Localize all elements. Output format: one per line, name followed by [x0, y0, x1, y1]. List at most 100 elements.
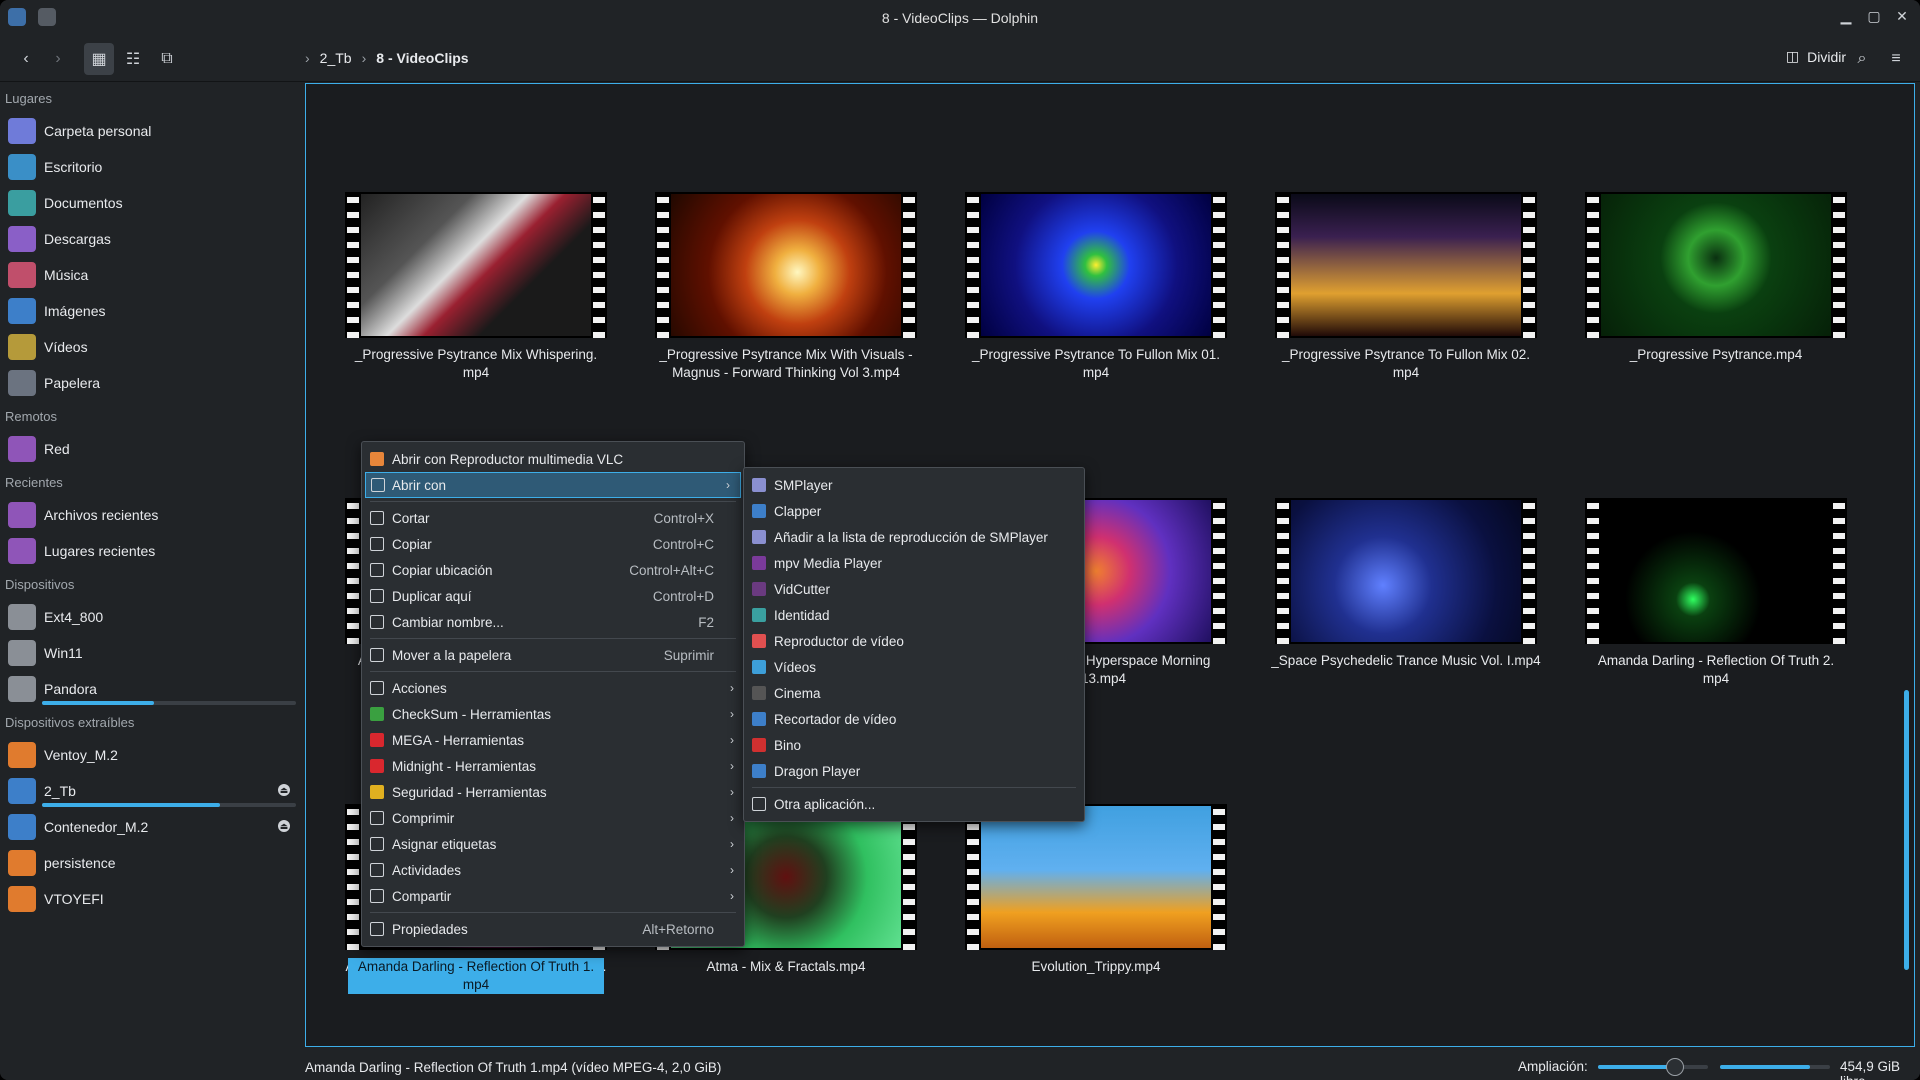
sidebar-item-red[interactable]: Red	[0, 431, 300, 467]
sidebar-item-2-tb[interactable]: 2_Tb ⏏	[0, 773, 300, 809]
file-tile[interactable]: _Progressive Psytrance Mix With Visuals …	[636, 192, 936, 382]
menu-item-cortar[interactable]: Cortar Control+X	[362, 505, 744, 531]
file-tile[interactable]: _Progressive Psytrance Mix Whispering. m…	[326, 192, 626, 382]
menu-item-compartir[interactable]: Compartir ›	[362, 883, 744, 909]
menu-separator	[370, 501, 736, 502]
menu-item-cinema[interactable]: Cinema	[744, 680, 1084, 706]
menu-item-duplicar-aqu[interactable]: Duplicar aquí Control+D	[362, 583, 744, 609]
file-tile[interactable]: _Progressive Psytrance.mp4	[1566, 192, 1866, 364]
menu-item-copiar-ubicaci-n[interactable]: Copiar ubicación Control+Alt+C	[362, 557, 744, 583]
sidebar-item-carpeta-personal[interactable]: Carpeta personal	[0, 113, 300, 149]
menu-item-acciones[interactable]: Acciones ›	[362, 675, 744, 701]
menu-item-seguridad-herramientas[interactable]: Seguridad - Herramientas ›	[362, 779, 744, 805]
menu-item-vidcutter[interactable]: VidCutter	[744, 576, 1084, 602]
sidebar-item-label: Papelera	[44, 375, 101, 391]
menu-item-checksum-herramientas[interactable]: CheckSum - Herramientas ›	[362, 701, 744, 727]
sidebar-item-lugares-recientes[interactable]: Lugares recientes	[0, 533, 300, 569]
forward-arrow-icon[interactable]: ›	[44, 43, 72, 75]
breadcrumb-current[interactable]: 8 - VideoClips	[376, 50, 468, 66]
app-menu-icon[interactable]	[8, 8, 26, 26]
menu-item-mover-a-la-papelera[interactable]: Mover a la papelera Suprimir	[362, 642, 744, 668]
sidebar-item-ext4-800[interactable]: Ext4_800	[0, 599, 300, 635]
menu-item-smplayer[interactable]: SMPlayer	[744, 472, 1084, 498]
menu-item-asignar-etiquetas[interactable]: Asignar etiquetas ›	[362, 831, 744, 857]
sidebar-item-escritorio[interactable]: Escritorio	[0, 149, 300, 185]
menu-item-abrir-con[interactable]: Abrir con ›	[365, 472, 741, 498]
cut-icon	[370, 511, 384, 525]
menu-item-comprimir[interactable]: Comprimir ›	[362, 805, 744, 831]
sidebar-item-documentos[interactable]: Documentos	[0, 185, 300, 221]
sidebar-item-archivos-recientes[interactable]: Archivos recientes	[0, 497, 300, 533]
search-icon[interactable]: ⌕	[1848, 43, 1876, 75]
menu-item-actividades[interactable]: Actividades ›	[362, 857, 744, 883]
menu-item-midnight-herramientas[interactable]: Midnight - Herramientas ›	[362, 753, 744, 779]
menu-item-recortador-de-v-deo[interactable]: Recortador de vídeo	[744, 706, 1084, 732]
file-name: Evolution_Trippy.mp4	[1031, 959, 1161, 974]
file-tile[interactable]: _Progressive Psytrance To Fullon Mix 01.…	[946, 192, 1246, 382]
menu-item-a-adir-a-la-lista-de-reproducci-n-de-smplayer[interactable]: Añadir a la lista de reproducción de SMP…	[744, 524, 1084, 550]
chevron-right-icon: ›	[305, 50, 310, 66]
zoom-slider-handle[interactable]	[1666, 1058, 1684, 1076]
menu-item-abrir-con-reproductor-multimedia-vlc[interactable]: Abrir con Reproductor multimedia VLC	[362, 446, 744, 472]
menu-item-label: mpv Media Player	[774, 555, 883, 571]
menu-item-label: Otra aplicación...	[774, 796, 876, 812]
file-tile[interactable]: _Space Psychedelic Trance Music Vol. I.m…	[1256, 498, 1556, 670]
dragon-player-icon	[752, 764, 766, 778]
icons-view-button[interactable]: ▦	[84, 43, 114, 75]
menu-item-copiar[interactable]: Copiar Control+C	[362, 531, 744, 557]
usb-drive-icon	[8, 886, 36, 912]
compact-view-button[interactable]: ☷	[118, 43, 148, 75]
sidebar-item-ventoy-m-2[interactable]: Ventoy_M.2	[0, 737, 300, 773]
menu-item-identidad[interactable]: Identidad	[744, 602, 1084, 628]
menu-item-clapper[interactable]: Clapper	[744, 498, 1084, 524]
menu-item-label: Cortar	[392, 510, 430, 526]
menu-item-mpv-media-player[interactable]: mpv Media Player	[744, 550, 1084, 576]
menu-item-propiedades[interactable]: Propiedades Alt+Retorno	[362, 916, 744, 942]
menu-item-label: Clapper	[774, 503, 822, 519]
sidebar-item-pandora[interactable]: Pandora	[0, 671, 300, 707]
back-arrow-icon[interactable]: ‹	[12, 43, 40, 75]
vertical-scrollbar[interactable]	[1904, 690, 1909, 970]
menu-item-dragon-player[interactable]: Dragon Player	[744, 758, 1084, 784]
sidebar-item-papelera[interactable]: Papelera	[0, 365, 300, 401]
close-icon[interactable]: ✕	[1892, 6, 1912, 26]
sidebar-item-label: Lugares recientes	[44, 543, 156, 559]
menu-item-reproductor-de-v-deo[interactable]: Reproductor de vídeo	[744, 628, 1084, 654]
pin-icon[interactable]	[38, 8, 56, 26]
menu-item-mega-herramientas[interactable]: MEGA - Herramientas ›	[362, 727, 744, 753]
zoom-slider[interactable]	[1598, 1065, 1708, 1069]
hamburger-menu-icon[interactable]: ≡	[1882, 43, 1910, 75]
sidebar-item-vtoyefi[interactable]: VTOYEFI	[0, 881, 300, 917]
minimize-icon[interactable]: ▁	[1836, 6, 1856, 26]
eject-icon[interactable]: ⏏	[278, 820, 290, 832]
split-button[interactable]: ◫ Dividir	[1786, 48, 1846, 65]
menu-item-cambiar-nombre[interactable]: Cambiar nombre... F2	[362, 609, 744, 635]
sidebar-item-v-deos[interactable]: Vídeos	[0, 329, 300, 365]
menu-item-otra-aplicaci-n[interactable]: Otra aplicación...	[744, 791, 1084, 817]
shortcut-label: F2	[698, 614, 714, 630]
menu-item-bino[interactable]: Bino	[744, 732, 1084, 758]
sidebar-item-im-genes[interactable]: Imágenes	[0, 293, 300, 329]
menu-item-label: Actividades	[392, 862, 462, 878]
sidebar-item-contenedor-m-2[interactable]: Contenedor_M.2 ⏏	[0, 809, 300, 845]
file-tile[interactable]: Evolution_Trippy.mp4	[946, 804, 1246, 976]
menu-item-v-deos[interactable]: Vídeos	[744, 654, 1084, 680]
details-view-button[interactable]: ⧉	[152, 43, 182, 75]
eject-icon[interactable]: ⏏	[278, 784, 290, 796]
bino-icon	[752, 738, 766, 752]
sidebar-item-descargas[interactable]: Descargas	[0, 221, 300, 257]
status-bar: Amanda Darling - Reflection Of Truth 1.m…	[305, 1054, 1920, 1080]
maximize-icon[interactable]: ▢	[1864, 6, 1884, 26]
videos-app-icon	[752, 660, 766, 674]
sidebar-item-win11[interactable]: Win11	[0, 635, 300, 671]
recent-files-icon	[8, 502, 36, 528]
file-tile[interactable]: _Progressive Psytrance To Fullon Mix 02.…	[1256, 192, 1556, 382]
file-name: _Progressive Psytrance Mix Whispering. m…	[354, 347, 598, 380]
file-tile[interactable]: Amanda Darling - Reflection Of Truth 2. …	[1566, 498, 1866, 688]
menu-item-label: Midnight - Herramientas	[392, 758, 537, 774]
title-bar[interactable]: 8 - VideoClips — Dolphin ▁ ▢ ✕	[0, 0, 1920, 36]
sidebar-section-title: Dispositivos	[5, 576, 75, 592]
sidebar-item-m-sica[interactable]: Música	[0, 257, 300, 293]
sidebar-item-persistence[interactable]: persistence	[0, 845, 300, 881]
breadcrumb-item[interactable]: 2_Tb	[320, 50, 352, 66]
